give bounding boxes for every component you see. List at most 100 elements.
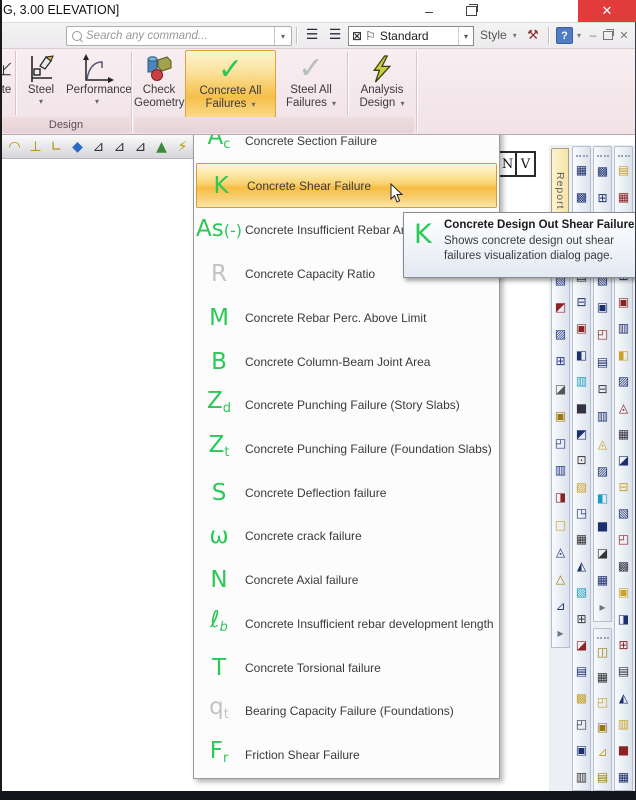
- performance-button[interactable]: Performance ▾: [66, 50, 128, 116]
- tool-icon[interactable]: ▥: [615, 711, 632, 737]
- tool-icon[interactable]: ◪: [573, 632, 590, 658]
- steel-design-button[interactable]: Steel ▾: [18, 50, 64, 116]
- tool-icon[interactable]: ⊞: [615, 632, 632, 658]
- tool-icon[interactable]: ◰: [552, 429, 569, 456]
- tool-icon[interactable]: ▦: [615, 421, 632, 447]
- tool-icon[interactable]: ◩: [573, 421, 590, 447]
- menu-item[interactable]: KConcrete Shear Failure: [196, 163, 497, 209]
- tool-icon[interactable]: ■: [615, 737, 632, 763]
- tool-icon[interactable]: ▩: [615, 553, 632, 579]
- tool-icon[interactable]: ⊥: [25, 136, 46, 157]
- search-dropdown-button[interactable]: ▾: [274, 27, 291, 45]
- tool-icon[interactable]: ◳: [573, 500, 590, 526]
- help-dropdown-button[interactable]: ▾: [573, 26, 585, 44]
- tool-icon[interactable]: ◪: [594, 539, 611, 566]
- mdi-restore-button[interactable]: [601, 27, 615, 43]
- tool-icon[interactable]: ▣: [573, 315, 590, 341]
- menu-item[interactable]: ωConcrete crack failure: [195, 515, 498, 559]
- tool-icon[interactable]: ▣: [552, 402, 569, 429]
- tool-icon[interactable]: □: [552, 511, 569, 538]
- tool-icon[interactable]: ▸: [552, 620, 569, 647]
- steel-all-failures-button[interactable]: ✓ Steel All Failures ▾: [279, 50, 343, 116]
- tool-icon[interactable]: ▥: [552, 457, 569, 484]
- combo-dropdown-button[interactable]: ▾: [458, 27, 473, 45]
- tool-icon[interactable]: ◭: [573, 553, 590, 579]
- tool-icon[interactable]: ◧: [573, 342, 590, 368]
- layers-down-icon[interactable]: ☰: [325, 26, 345, 44]
- tool-icon[interactable]: ◨: [552, 484, 569, 511]
- search-input[interactable]: [82, 30, 274, 42]
- tool-icon[interactable]: ◠: [4, 136, 25, 157]
- view-preset-combo[interactable]: ⊠ ⚐ Standard ▾: [348, 26, 474, 46]
- customize-tool-icon[interactable]: ⚒: [524, 26, 542, 44]
- tool-icon[interactable]: ▤: [615, 658, 632, 684]
- tool-icon[interactable]: △: [552, 565, 569, 592]
- tool-icon[interactable]: ▥: [615, 315, 632, 341]
- tool-icon[interactable]: ▲: [151, 136, 172, 157]
- tool-icon[interactable]: ▧: [573, 579, 590, 605]
- menu-item[interactable]: TConcrete Torsional failure: [195, 646, 498, 690]
- tool-icon[interactable]: ▤: [573, 658, 590, 684]
- tool-icon[interactable]: ◭: [615, 685, 632, 711]
- menu-item[interactable]: ZdConcrete Punching Failure (Story Slabs…: [195, 383, 498, 427]
- tool-icon[interactable]: ■: [573, 394, 590, 420]
- tool-icon[interactable]: ▤: [594, 765, 611, 790]
- tool-icon[interactable]: ▥: [594, 403, 611, 430]
- tool-icon[interactable]: ⊞: [594, 184, 611, 211]
- tool-icon[interactable]: ◬: [552, 538, 569, 565]
- tool-icon[interactable]: ▨: [552, 321, 569, 348]
- tool-icon[interactable]: ◰: [594, 689, 611, 714]
- tool-icon[interactable]: ▦: [594, 664, 611, 689]
- concrete-all-failures-button[interactable]: ✓ Concrete All Failures ▾: [185, 50, 276, 118]
- tool-icon[interactable]: ◫: [594, 639, 611, 664]
- tool-icon[interactable]: ⊿: [594, 740, 611, 765]
- tool-icon[interactable]: ⊿: [130, 136, 151, 157]
- tool-icon[interactable]: ▦: [594, 566, 611, 593]
- toolbar-grip[interactable]: [597, 631, 609, 639]
- tool-icon[interactable]: ▣: [594, 715, 611, 740]
- tool-icon[interactable]: ▩: [573, 183, 590, 209]
- tool-icon[interactable]: ⊡: [573, 447, 590, 473]
- tool-icon[interactable]: ⊿: [552, 593, 569, 620]
- tool-icon[interactable]: ▥: [573, 368, 590, 394]
- tool-icon[interactable]: ▨: [615, 368, 632, 394]
- tool-icon[interactable]: ▣: [615, 579, 632, 605]
- tool-icon[interactable]: ◨: [615, 605, 632, 631]
- search-box[interactable]: ▾: [66, 26, 292, 46]
- tool-icon[interactable]: ▨: [594, 457, 611, 484]
- tool-icon[interactable]: ◬: [615, 394, 632, 420]
- tool-icon[interactable]: ⊟: [573, 289, 590, 315]
- design-group-footer[interactable]: Design: [2, 117, 130, 133]
- analysis-design-button[interactable]: Analysis Design ▾: [352, 50, 412, 116]
- tool-icon[interactable]: ▦: [615, 764, 632, 790]
- tool-icon[interactable]: ▣: [615, 289, 632, 315]
- menu-item[interactable]: MConcrete Rebar Perc. Above Limit: [195, 296, 498, 340]
- tool-icon[interactable]: ◰: [573, 711, 590, 737]
- tool-icon[interactable]: ◪: [615, 447, 632, 473]
- tool-icon[interactable]: ▦: [573, 157, 590, 183]
- help-button[interactable]: ?: [556, 27, 573, 44]
- toolbar-grip[interactable]: [597, 149, 609, 157]
- tool-icon[interactable]: ▸: [594, 594, 611, 621]
- tool-icon[interactable]: ◪: [552, 375, 569, 402]
- toolbar-grip[interactable]: [618, 149, 630, 157]
- style-dropdown[interactable]: Style ▾: [480, 26, 517, 44]
- tool-icon[interactable]: ⊞: [573, 605, 590, 631]
- tool-icon[interactable]: ▩: [594, 157, 611, 184]
- tool-icon[interactable]: ⚡: [172, 136, 193, 157]
- tool-icon[interactable]: ⊟: [594, 375, 611, 402]
- menu-item[interactable]: qtBearing Capacity Failure (Foundations): [195, 690, 498, 734]
- tool-icon[interactable]: ▤: [594, 348, 611, 375]
- mdi-minimize-button[interactable]: –: [586, 27, 600, 43]
- tool-icon[interactable]: ▦: [615, 183, 632, 209]
- tool-icon[interactable]: ▨: [573, 474, 590, 500]
- menu-item[interactable]: ZtConcrete Punching Failure (Foundation …: [195, 427, 498, 471]
- tool-icon[interactable]: ▤: [615, 157, 632, 183]
- tool-icon[interactable]: ⊿: [88, 136, 109, 157]
- menu-item[interactable]: NConcrete Axial failure: [195, 558, 498, 602]
- tool-icon[interactable]: ◰: [615, 526, 632, 552]
- tool-icon[interactable]: ◧: [615, 342, 632, 368]
- mdi-close-button[interactable]: ✕: [617, 27, 631, 43]
- tool-icon[interactable]: ▣: [573, 737, 590, 763]
- minimize-button[interactable]: –: [408, 0, 450, 22]
